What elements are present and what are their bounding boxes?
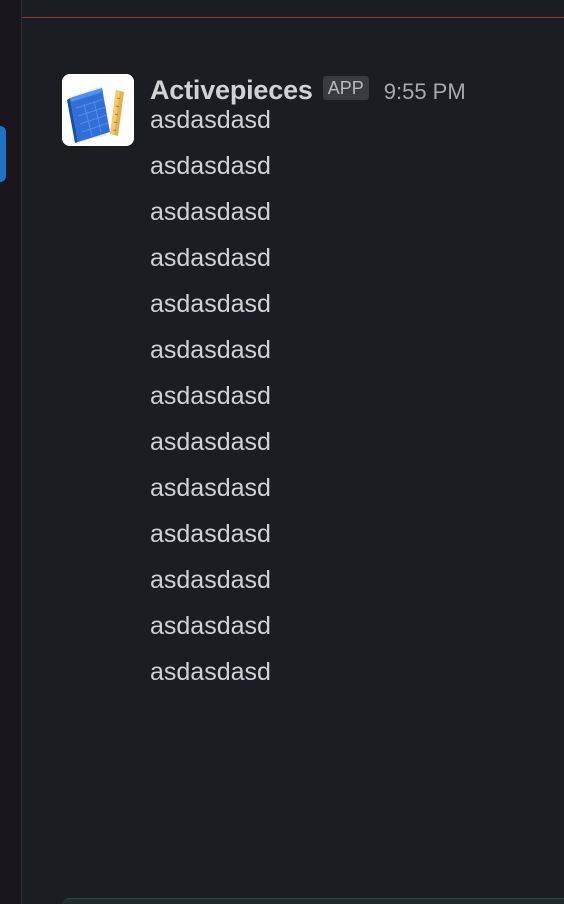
- new-messages-divider: [22, 17, 564, 18]
- message-composer[interactable]: [62, 898, 564, 904]
- app-avatar[interactable]: [62, 74, 134, 146]
- message-timestamp[interactable]: 9:55 PM: [384, 79, 466, 105]
- channel-view: Activepieces APP 9:55 PM asdasdasd asdas…: [0, 0, 564, 904]
- message-body: Activepieces APP 9:55 PM asdasdasd asdas…: [150, 74, 550, 702]
- active-channel-indicator[interactable]: [0, 126, 6, 182]
- app-badge: APP: [322, 76, 369, 100]
- blueprint-notebook-icon: [62, 74, 134, 146]
- message-line: asdasdasd: [150, 658, 271, 686]
- sidebar-rail: [0, 0, 21, 904]
- sidebar-divider: [21, 0, 22, 904]
- message-lines: asdasdasd asdasdasd asdasdasd asdasdasd …: [150, 90, 550, 702]
